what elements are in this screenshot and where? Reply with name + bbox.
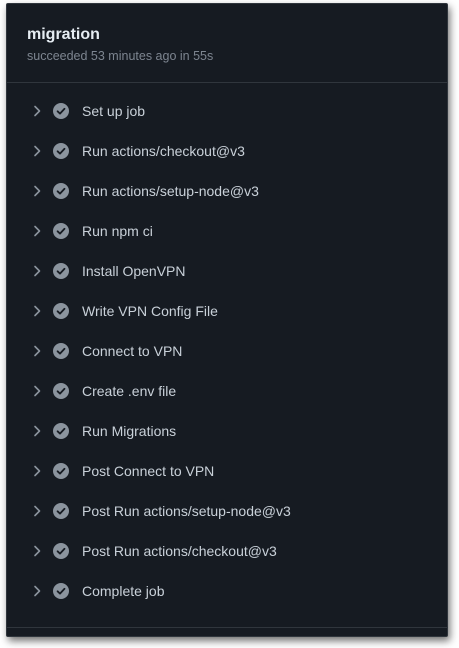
job-step-label: Write VPN Config File bbox=[82, 303, 218, 319]
check-circle-fill-icon bbox=[53, 303, 69, 319]
job-step[interactable]: Post Connect to VPN bbox=[7, 451, 447, 491]
chevron-right-icon[interactable] bbox=[29, 383, 45, 399]
job-title: migration bbox=[27, 26, 100, 43]
check-circle-fill-icon bbox=[53, 463, 69, 479]
job-step[interactable]: Install OpenVPN bbox=[7, 251, 447, 291]
job-step[interactable]: Run npm ci bbox=[7, 211, 447, 251]
check-circle-fill-icon bbox=[53, 263, 69, 279]
chevron-right-icon[interactable] bbox=[29, 463, 45, 479]
chevron-right-icon[interactable] bbox=[29, 263, 45, 279]
job-step[interactable]: Run actions/setup-node@v3 bbox=[7, 171, 447, 211]
job-step-label: Connect to VPN bbox=[82, 343, 183, 359]
job-step[interactable]: Run Migrations bbox=[7, 411, 447, 451]
check-circle-fill-icon bbox=[53, 143, 69, 159]
chevron-right-icon[interactable] bbox=[29, 343, 45, 359]
job-step[interactable]: Connect to VPN bbox=[7, 331, 447, 371]
job-step-label: Post Run actions/checkout@v3 bbox=[82, 543, 277, 559]
job-step[interactable]: Set up job bbox=[7, 91, 447, 131]
job-step[interactable]: Complete job bbox=[7, 571, 447, 611]
job-status: succeeded 53 minutes ago in 55s bbox=[27, 49, 214, 63]
job-step[interactable]: Write VPN Config File bbox=[7, 291, 447, 331]
job-step-label: Run Migrations bbox=[82, 423, 177, 439]
divider bbox=[7, 627, 447, 628]
chevron-right-icon[interactable] bbox=[29, 303, 45, 319]
chevron-right-icon[interactable] bbox=[29, 223, 45, 239]
job-step-label: Run actions/setup-node@v3 bbox=[82, 183, 259, 199]
chevron-right-icon[interactable] bbox=[29, 423, 45, 439]
check-circle-fill-icon bbox=[53, 103, 69, 119]
job-step-label: Install OpenVPN bbox=[82, 263, 186, 279]
check-circle-fill-icon bbox=[53, 183, 69, 199]
job-step-label: Complete job bbox=[82, 583, 165, 599]
job-header: migration succeeded 53 minutes ago in 55… bbox=[7, 4, 447, 83]
job-step[interactable]: Create .env file bbox=[7, 371, 447, 411]
job-step-label: Post Run actions/setup-node@v3 bbox=[82, 503, 291, 519]
check-circle-fill-icon bbox=[53, 423, 69, 439]
check-circle-fill-icon bbox=[53, 583, 69, 599]
job-step[interactable]: Post Run actions/setup-node@v3 bbox=[7, 491, 447, 531]
job-steps-list: Set up job Run actions/checkout@v3 Run a… bbox=[7, 91, 447, 611]
check-circle-fill-icon bbox=[53, 503, 69, 519]
job-panel: migration succeeded 53 minutes ago in 55… bbox=[6, 3, 448, 637]
chevron-right-icon[interactable] bbox=[29, 183, 45, 199]
chevron-right-icon[interactable] bbox=[29, 583, 45, 599]
job-step[interactable]: Post Run actions/checkout@v3 bbox=[7, 531, 447, 571]
job-step-label: Set up job bbox=[82, 103, 146, 119]
check-circle-fill-icon bbox=[53, 343, 69, 359]
chevron-right-icon[interactable] bbox=[29, 543, 45, 559]
job-step-label: Run actions/checkout@v3 bbox=[82, 143, 245, 159]
job-step-label: Post Connect to VPN bbox=[82, 463, 215, 479]
job-step-label: Create .env file bbox=[82, 383, 177, 399]
check-circle-fill-icon bbox=[53, 223, 69, 239]
job-step[interactable]: Run actions/checkout@v3 bbox=[7, 131, 447, 171]
job-step-label: Run npm ci bbox=[82, 223, 153, 239]
chevron-right-icon[interactable] bbox=[29, 103, 45, 119]
check-circle-fill-icon bbox=[53, 543, 69, 559]
chevron-right-icon[interactable] bbox=[29, 143, 45, 159]
check-circle-fill-icon bbox=[53, 383, 69, 399]
chevron-right-icon[interactable] bbox=[29, 503, 45, 519]
